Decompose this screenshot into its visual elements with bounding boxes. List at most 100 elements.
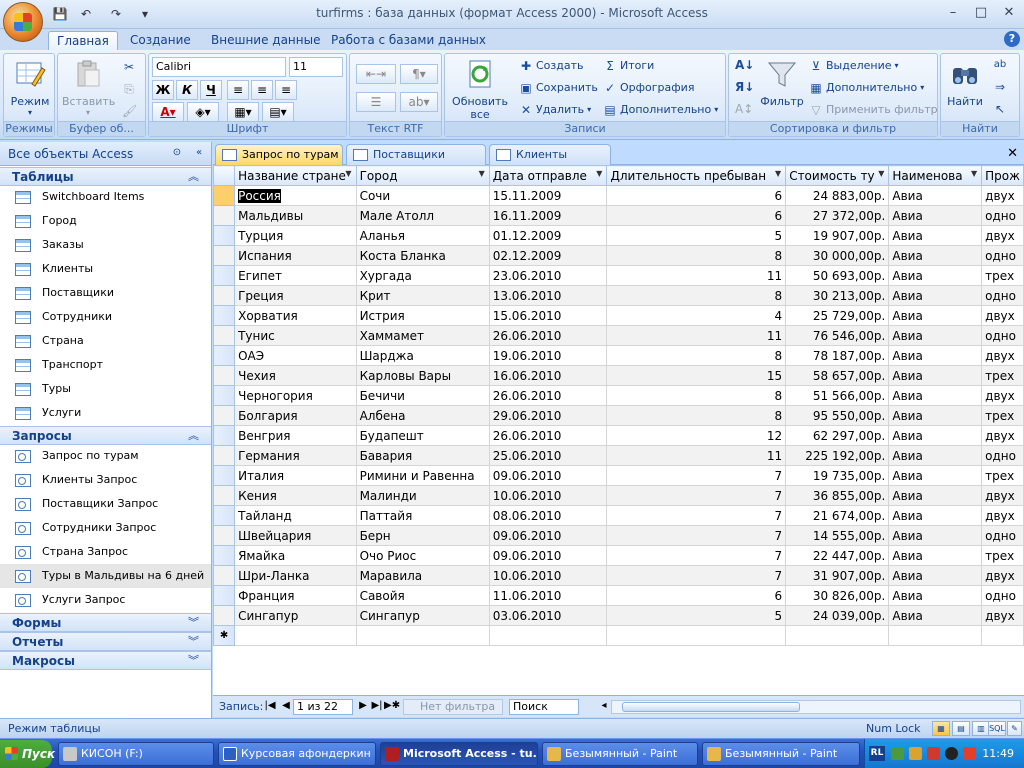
table-cell[interactable]: Хорватия (234, 305, 357, 326)
totals-button[interactable]: Σ Итоги (603, 56, 654, 76)
table-row[interactable]: Швейцария Берн 09.06.2010 7 14 555,00р. Авиа о… (213, 525, 1024, 546)
table-cell[interactable]: Савойя (355, 585, 490, 606)
new-record-marker[interactable]: ✱ (213, 625, 236, 646)
table-cell[interactable]: Тайланд (234, 505, 357, 526)
table-cell[interactable] (355, 625, 490, 646)
table-cell[interactable]: 02.12.2009 (488, 245, 608, 266)
datasheet-view-icon[interactable]: ▦ (932, 721, 950, 736)
row-selector[interactable] (213, 465, 236, 486)
tab-external-data[interactable]: Внешние данные (203, 31, 328, 50)
table-row[interactable]: Сингапур Сингапур 03.06.2010 5 24 039,00р. Ав… (213, 605, 1024, 626)
table-cell[interactable]: 62 297,00р. (785, 425, 890, 446)
row-selector[interactable] (213, 525, 236, 546)
tab-home[interactable]: Главная (48, 31, 118, 50)
list-icon[interactable]: ☰ (356, 92, 396, 112)
table-row[interactable]: Греция Крит 13.06.2010 8 30 213,00р. Авиа одно (213, 285, 1024, 306)
nav-menu-chevron-icon[interactable]: ⊙ (170, 146, 184, 160)
task-paint-2[interactable]: Безымянный - Paint (702, 742, 860, 766)
tab-create[interactable]: Создание (122, 31, 199, 50)
table-cell[interactable]: Сочи (355, 185, 490, 206)
table-cell[interactable]: Чехия (234, 365, 357, 386)
table-cell[interactable]: 6 (606, 585, 787, 606)
table-cell[interactable]: Маравила (355, 565, 490, 586)
table-cell[interactable] (488, 625, 608, 646)
row-selector[interactable] (213, 185, 236, 206)
table-cell[interactable]: Сингапур (355, 605, 490, 626)
task-word-doc[interactable]: Курсовая афондеркин ... (218, 742, 376, 766)
table-cell[interactable]: 31 907,00р. (785, 565, 890, 586)
column-dropdown-icon[interactable]: ▼ (878, 169, 884, 178)
table-cell[interactable]: Авиа (888, 585, 983, 606)
column-header[interactable]: Город ▼ (355, 165, 490, 186)
select-icon[interactable]: ↖ (993, 102, 1007, 116)
nav-table-item[interactable]: Клиенты (0, 257, 211, 281)
row-selector[interactable] (213, 325, 236, 346)
select-all-corner[interactable] (213, 165, 236, 186)
table-cell[interactable]: 19 907,00р. (785, 225, 890, 246)
table-cell[interactable]: Бечичи (355, 385, 490, 406)
nav-table-item[interactable]: Транспорт (0, 353, 211, 377)
table-row[interactable]: Франция Савойя 11.06.2010 6 30 826,00р. Авиа о… (213, 585, 1024, 606)
find-button[interactable]: Найти (943, 58, 987, 108)
row-selector[interactable] (213, 505, 236, 526)
table-cell[interactable]: трех (981, 365, 1024, 386)
table-cell[interactable]: 7 (606, 565, 787, 586)
table-cell[interactable]: двух (981, 505, 1024, 526)
table-cell[interactable]: 19.06.2010 (488, 345, 608, 366)
nav-section-tables[interactable]: Таблицы ︽ (0, 167, 211, 186)
toggle-filter-button[interactable]: ▽ Применить фильтр (809, 100, 937, 120)
table-row[interactable]: Германия Бавария 25.06.2010 11 225 192,00р. А… (213, 445, 1024, 466)
table-cell[interactable]: Авиа (888, 485, 983, 506)
column-header[interactable]: Стоимость ту ▼ (785, 165, 890, 186)
table-cell[interactable]: Авиа (888, 385, 983, 406)
table-row[interactable]: Кения Малинди 10.06.2010 7 36 855,00р. Авиа дв… (213, 485, 1024, 506)
row-selector[interactable] (213, 305, 236, 326)
table-row[interactable]: Ямайка Очо Риос 09.06.2010 7 22 447,00р. Авиа… (213, 545, 1024, 566)
office-button[interactable] (3, 2, 43, 42)
table-row[interactable]: Россия Сочи 15.11.2009 6 24 883,00р. Авиа двух (213, 185, 1024, 206)
table-cell[interactable]: Сингапур (234, 605, 357, 626)
next-record-icon[interactable]: ▶ (356, 699, 370, 713)
nav-table-item[interactable]: Switchboard Items (0, 185, 211, 209)
sql-view-button[interactable]: SQL (988, 721, 1006, 736)
table-cell[interactable]: 15 (606, 365, 787, 386)
table-cell[interactable]: 11.06.2010 (488, 585, 608, 606)
spelling-button[interactable]: ✓ Орфография (603, 78, 694, 98)
nav-table-item[interactable]: Поставщики (0, 281, 211, 305)
table-cell[interactable]: Авиа (888, 605, 983, 626)
close-document-icon[interactable]: ✕ (1007, 146, 1018, 161)
table-cell[interactable]: Авиа (888, 205, 983, 226)
row-selector[interactable] (213, 445, 236, 466)
table-cell[interactable]: 24 039,00р. (785, 605, 890, 626)
table-cell[interactable]: 7 (606, 485, 787, 506)
column-header[interactable]: Прож (981, 165, 1024, 186)
table-cell[interactable]: 11 (606, 445, 787, 466)
table-cell[interactable]: 8 (606, 385, 787, 406)
table-row[interactable]: Египет Хургада 23.06.2010 11 50 693,00р. Авиа… (213, 265, 1024, 286)
table-cell[interactable]: 26.06.2010 (488, 325, 608, 346)
align-center-icon[interactable]: ≡ (251, 80, 273, 100)
table-cell[interactable]: одно (981, 285, 1024, 306)
tray-app-icon[interactable] (909, 747, 922, 760)
table-cell[interactable]: 8 (606, 405, 787, 426)
selection-button[interactable]: ⊻ Выделение ▾ (809, 56, 899, 76)
filter-button[interactable]: Фильтр (757, 58, 807, 108)
doc-tab-suppliers-query[interactable]: Поставщики Запрос (346, 144, 486, 181)
help-icon[interactable]: ? (1004, 31, 1020, 47)
table-cell[interactable]: 30 826,00р. (785, 585, 890, 606)
table-cell[interactable]: Авиа (888, 425, 983, 446)
table-cell[interactable]: 27 372,00р. (785, 205, 890, 226)
table-cell[interactable]: 29.06.2010 (488, 405, 608, 426)
table-cell[interactable]: Авиа (888, 445, 983, 466)
table-cell[interactable]: Шри-Ланка (234, 565, 357, 586)
table-cell[interactable]: Хургада (355, 265, 490, 286)
table-cell[interactable]: 15.11.2009 (488, 185, 608, 206)
nav-table-item[interactable]: Заказы (0, 233, 211, 257)
font-name-select[interactable]: Calibri (152, 57, 286, 77)
row-selector[interactable] (213, 545, 236, 566)
delete-record-button[interactable]: ✕ Удалить ▾ (519, 100, 591, 120)
table-cell[interactable]: Римини и Равенна (355, 465, 490, 486)
row-selector[interactable] (213, 485, 236, 506)
table-cell[interactable]: Швейцария (234, 525, 357, 546)
table-cell[interactable]: Авиа (888, 245, 983, 266)
